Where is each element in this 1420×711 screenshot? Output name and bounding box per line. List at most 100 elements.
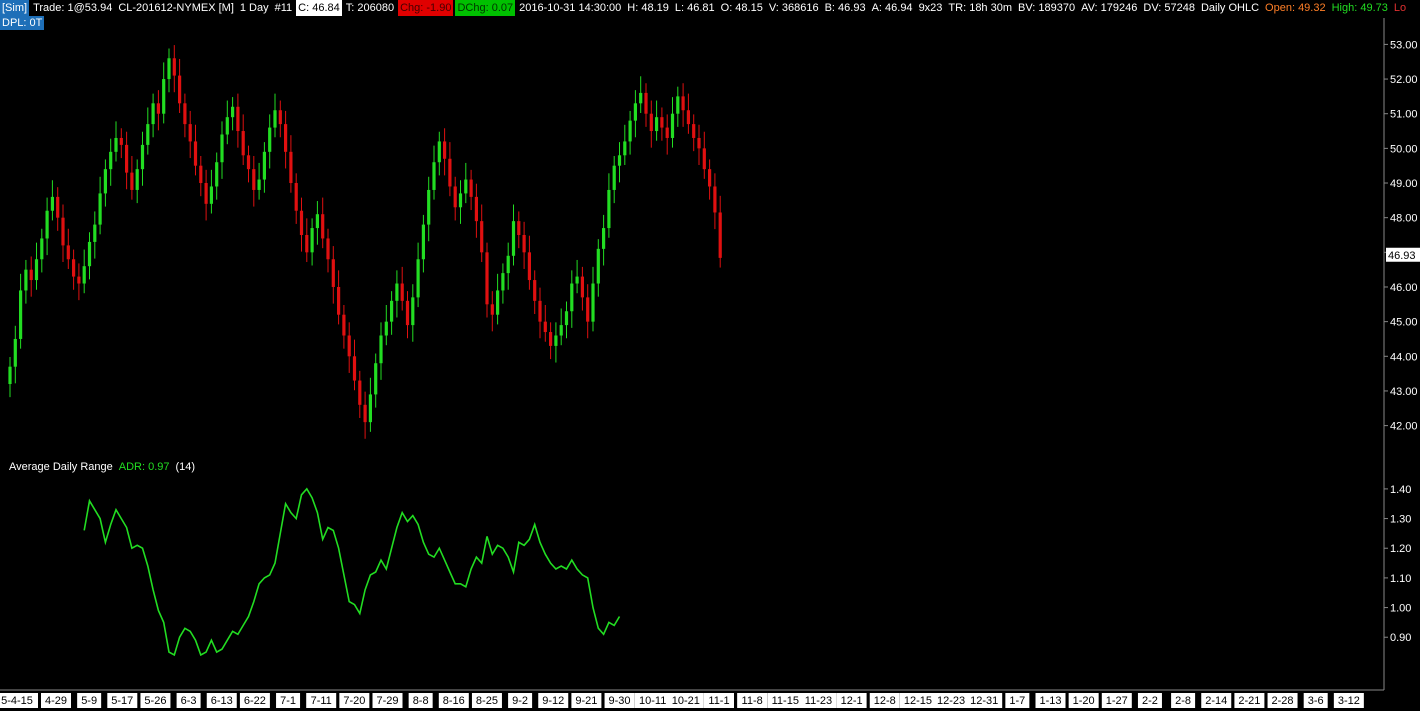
time-tick-label: 5-17	[111, 695, 133, 707]
candle-body	[649, 113, 653, 132]
candle-body	[427, 189, 431, 225]
chart-header: [Sim] Trade: 1@53.94 CL-201612-NYMEX [M] 1 …	[0, 0, 1420, 16]
time-tick-label: 12-1	[841, 695, 863, 707]
bar-datetime: 2016-10-31 14:30:00	[519, 2, 622, 14]
time-tick-label: 7-1	[280, 695, 296, 707]
time-tick-label: 2-8	[1175, 695, 1191, 707]
candle-body	[178, 75, 182, 104]
candle-body	[448, 158, 452, 187]
candle-body	[400, 283, 404, 301]
low-value: L: 46.81	[674, 2, 715, 14]
dpl-indicator: DPL: 0T	[0, 16, 45, 30]
candle-body	[655, 117, 659, 132]
candle-body	[98, 193, 102, 225]
candle-body	[580, 276, 584, 298]
time-tick-label: 7-11	[311, 695, 332, 707]
change-value: Chg: -1.90	[398, 0, 454, 16]
bid-volume: BV: 189370	[1018, 2, 1076, 14]
candle-body	[236, 106, 240, 132]
candle-body	[596, 248, 600, 284]
adr-tick-label: 1.20	[1390, 543, 1411, 555]
candle-body	[337, 286, 341, 315]
candle-body	[506, 255, 510, 274]
candle-body	[692, 124, 696, 138]
time-tick-label: 11-23	[805, 695, 832, 707]
candle-body	[564, 311, 569, 326]
open-value: O: 48.15	[720, 2, 763, 14]
candle-body	[82, 266, 86, 284]
candle-body	[215, 162, 219, 187]
candle-body	[45, 210, 49, 239]
time-tick-label: 7-29	[376, 695, 398, 707]
candle-body	[209, 186, 213, 204]
candle-body	[103, 169, 107, 194]
candle-body	[199, 165, 203, 184]
candle-body	[77, 276, 81, 284]
candle-body	[607, 189, 611, 229]
candle-body	[162, 79, 166, 114]
candle-body	[183, 103, 187, 125]
time-tick-label: 9-12	[542, 695, 564, 707]
candle-body	[623, 141, 627, 156]
adr-period: (14)	[175, 461, 196, 473]
candle-body	[135, 169, 139, 190]
candle-body	[109, 151, 113, 170]
time-tick-label: 5-4-15	[1, 695, 33, 707]
chart-canvas[interactable]: 53.0052.0051.0050.0049.0048.0047.0046.00…	[0, 0, 1420, 711]
adr-study-label: Average Daily Range ADR: 0.97 (14)	[9, 460, 201, 474]
candle-body	[72, 259, 76, 277]
candle-body	[411, 297, 415, 326]
candle-body	[464, 179, 468, 194]
candle-body	[416, 259, 420, 298]
time-tick-label: 4-29	[45, 695, 67, 707]
candle-body	[358, 380, 362, 405]
candle-body	[395, 283, 399, 301]
price-tick-label: 46.00	[1390, 282, 1418, 294]
price-tick-label: 49.00	[1390, 178, 1418, 190]
candle-body	[146, 124, 150, 145]
candle-body	[511, 221, 516, 256]
candle-body	[268, 127, 272, 152]
candle-body	[294, 183, 298, 211]
candle-body	[538, 300, 542, 322]
candle-body	[676, 96, 680, 114]
candle-body	[496, 290, 500, 315]
candle-body	[87, 241, 92, 267]
candle-body	[125, 144, 129, 173]
price-tick-label: 44.00	[1390, 351, 1418, 363]
candle-body	[193, 141, 198, 166]
candle-body	[660, 117, 664, 128]
candle-body	[188, 124, 192, 142]
price-tick-label: 48.00	[1390, 213, 1418, 225]
time-tick-label: 8-25	[476, 695, 498, 707]
candle-body	[681, 96, 685, 111]
candle-body	[432, 162, 436, 190]
candle-body	[384, 321, 388, 336]
candle-body	[713, 186, 717, 213]
candle-body	[172, 58, 176, 76]
time-tick-label: 2-28	[1272, 695, 1294, 707]
session-open: Open: 49.32	[1265, 2, 1326, 14]
symbol-label[interactable]: CL-201612-NYMEX [M]	[116, 0, 236, 16]
adr-tick-label: 1.30	[1390, 514, 1411, 526]
price-tick-label: 50.00	[1390, 143, 1418, 155]
time-tick-label: 7-20	[343, 695, 365, 707]
candle-body	[284, 124, 288, 152]
candle-body	[485, 252, 489, 305]
candle-body	[527, 252, 531, 281]
sim-indicator[interactable]: [Sim]	[0, 0, 30, 16]
chart-style-label: Daily OHLC	[1200, 2, 1260, 14]
adr-value: ADR: 0.97	[118, 461, 170, 473]
candle-body	[374, 363, 378, 395]
candle-body	[549, 332, 553, 346]
candle-body	[241, 131, 245, 156]
session-high: High: 49.73	[1331, 2, 1388, 14]
candle-body	[299, 210, 304, 235]
time-tick-label: 11-8	[742, 695, 763, 707]
candle-body	[501, 273, 505, 291]
candle-body	[702, 148, 706, 170]
interval-label[interactable]: 1 Day	[238, 0, 271, 16]
candle-body	[257, 179, 261, 190]
candle-body	[665, 127, 669, 138]
candle-body	[50, 196, 54, 211]
